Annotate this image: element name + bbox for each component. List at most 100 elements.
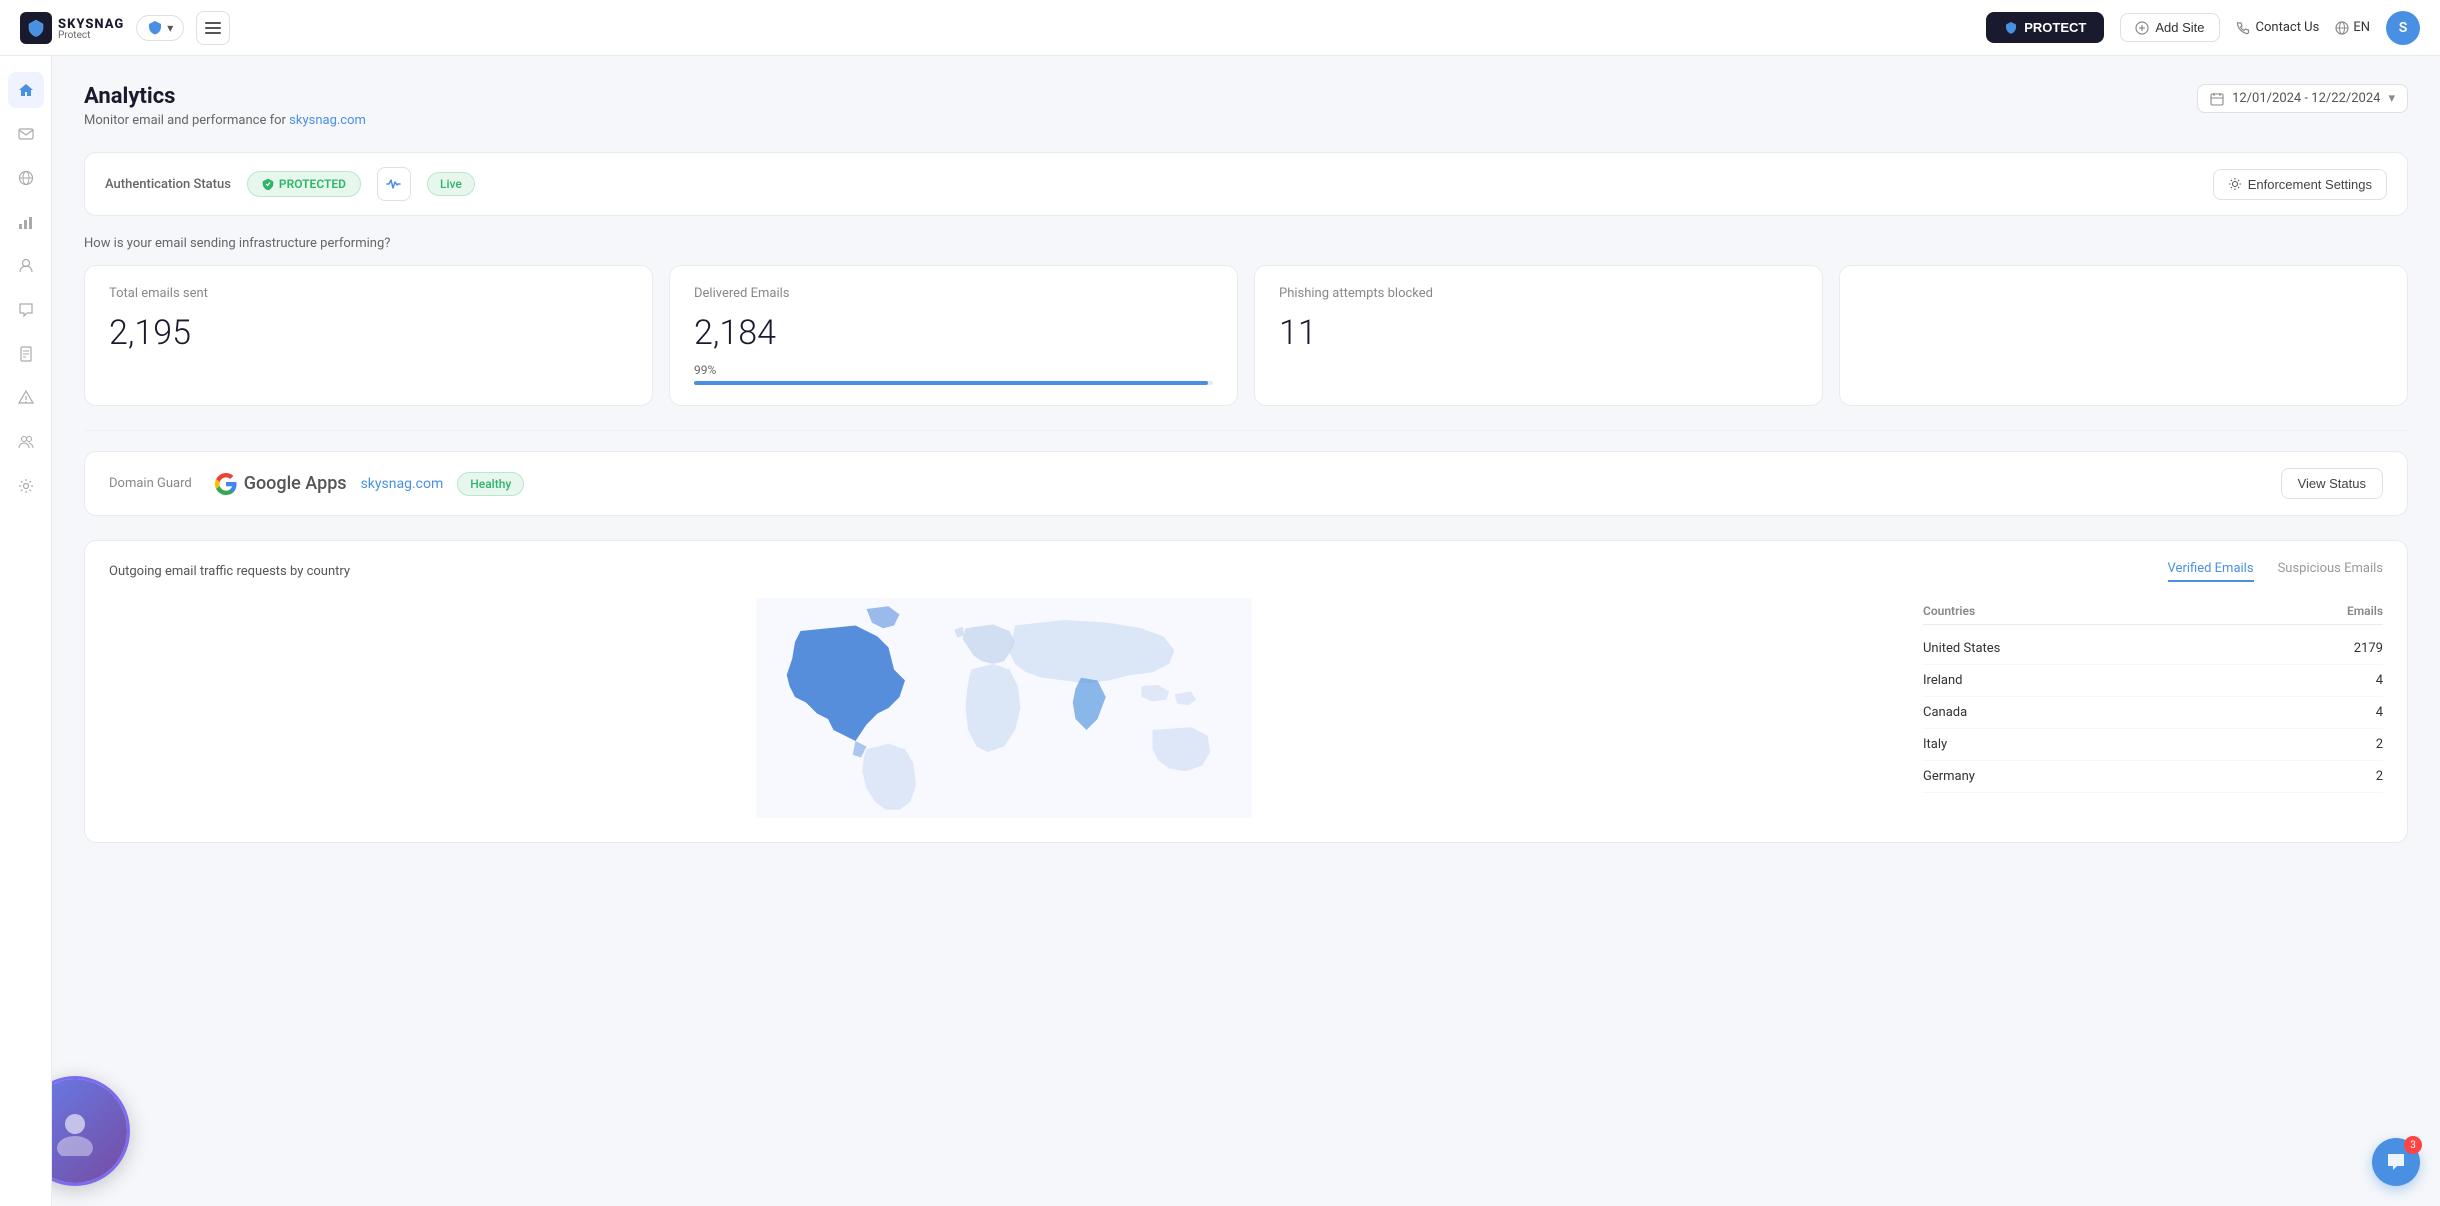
- map-area: [109, 598, 1899, 822]
- topnav: SKYSNAG Protect ▾ PROTECT: [0, 0, 2440, 56]
- country-row-de: Germany 2: [1923, 761, 2383, 793]
- sidebar-item-user[interactable]: [8, 248, 44, 284]
- view-status-button[interactable]: View Status: [2281, 468, 2383, 499]
- hamburger-icon: [205, 22, 221, 34]
- tab-suspicious-emails[interactable]: Suspicious Emails: [2278, 561, 2383, 582]
- page-header: Analytics Monitor email and performance …: [84, 84, 2408, 128]
- person-silhouette: [50, 1106, 100, 1156]
- stats-section: How is your email sending infrastructure…: [84, 236, 2408, 406]
- stat-card-empty: [1839, 265, 2408, 406]
- stats-question: How is your email sending infrastructure…: [84, 236, 2408, 251]
- user-icon: [18, 258, 34, 274]
- map-tabs: Verified Emails Suspicious Emails: [2168, 561, 2383, 582]
- sidebar-item-email[interactable]: [8, 116, 44, 152]
- domain-guard-section: Domain Guard Google Apps skysnag.com Hea…: [84, 451, 2408, 516]
- progress-bar-fill: [694, 381, 1208, 385]
- country-name-us: United States: [1923, 641, 2000, 656]
- page-title: Analytics: [84, 84, 366, 109]
- country-row-ie: Ireland 4: [1923, 665, 2383, 697]
- auth-status-label: Authentication Status: [105, 177, 231, 192]
- dg-domain: skysnag.com: [361, 476, 444, 492]
- logo-icon: [20, 12, 52, 44]
- plus-icon: [2135, 21, 2149, 35]
- add-site-button[interactable]: Add Site: [2120, 13, 2219, 42]
- contact-button[interactable]: Contact Us: [2236, 20, 2320, 35]
- tab-verified-emails[interactable]: Verified Emails: [2168, 561, 2254, 582]
- sidebar-item-home[interactable]: [8, 72, 44, 108]
- stat-value-phishing: 11: [1279, 313, 1798, 353]
- activity-icon[interactable]: [377, 167, 411, 201]
- language-selector[interactable]: EN: [2335, 20, 2370, 35]
- analytics-icon: [18, 214, 34, 230]
- google-logo: Google Apps: [214, 472, 347, 496]
- date-picker[interactable]: 12/01/2024 - 12/22/2024 ▾: [2197, 84, 2408, 113]
- chat-badge: 3: [2404, 1136, 2422, 1154]
- sidebar-item-reports[interactable]: [8, 336, 44, 372]
- country-table-header: Countries Emails: [1923, 598, 2383, 625]
- progress-pct-text: 99%: [694, 363, 1213, 377]
- col-countries: Countries: [1923, 604, 1975, 618]
- waveform-icon: [386, 177, 402, 191]
- stat-label-delivered: Delivered Emails: [694, 286, 1213, 301]
- col-emails: Emails: [2347, 604, 2383, 618]
- auth-status-bar: Authentication Status PROTECTED Live Enf…: [84, 152, 2408, 216]
- avatar[interactable]: S: [2386, 11, 2420, 45]
- world-map: [109, 598, 1899, 818]
- map-section: Outgoing email traffic requests by count…: [84, 540, 2408, 843]
- country-count-us: 2179: [2354, 641, 2383, 656]
- page-subtitle: Monitor email and performance for skysna…: [84, 113, 366, 128]
- sidebar-item-globe[interactable]: [8, 160, 44, 196]
- progress-bar-bg: [694, 381, 1213, 385]
- alert-icon: [18, 390, 34, 406]
- stats-cards: Total emails sent 2,195 Delivered Emails…: [84, 265, 2408, 406]
- protected-badge: PROTECTED: [247, 171, 361, 197]
- stat-card-total-sent: Total emails sent 2,195: [84, 265, 653, 406]
- dg-label: Domain Guard: [109, 476, 192, 491]
- sidebar-item-team[interactable]: [8, 424, 44, 460]
- dg-left: Domain Guard Google Apps skysnag.com Hea…: [109, 472, 524, 496]
- chat-button[interactable]: 3: [2372, 1138, 2420, 1186]
- team-icon: [18, 434, 34, 450]
- shield-check-icon: [262, 178, 274, 190]
- stat-label-phishing: Phishing attempts blocked: [1279, 286, 1798, 301]
- sidebar-item-analytics[interactable]: [8, 204, 44, 240]
- gear-icon: [2228, 177, 2242, 191]
- country-row-it: Italy 2: [1923, 729, 2383, 761]
- country-count-it: 2: [2376, 737, 2383, 752]
- site-link[interactable]: skysnag.com: [289, 113, 366, 128]
- country-table: Countries Emails United States 2179 Irel…: [1923, 598, 2383, 822]
- chat-bubble-icon: [2385, 1151, 2407, 1173]
- logo: SKYSNAG Protect: [20, 12, 124, 44]
- settings-icon: [18, 478, 34, 494]
- protect-button[interactable]: PROTECT: [1986, 12, 2104, 43]
- healthy-badge: Healthy: [457, 472, 524, 496]
- topnav-left: SKYSNAG Protect ▾: [20, 11, 230, 45]
- stat-value-total: 2,195: [109, 313, 628, 353]
- hamburger-button[interactable]: [196, 11, 230, 45]
- country-name-ca: Canada: [1923, 705, 1967, 720]
- map-content: Countries Emails United States 2179 Irel…: [109, 598, 2383, 822]
- sidebar: [0, 56, 52, 1206]
- sidebar-item-alerts[interactable]: [8, 380, 44, 416]
- date-range-text: 12/01/2024 - 12/22/2024: [2232, 91, 2380, 106]
- main-content: Analytics Monitor email and performance …: [52, 56, 2440, 1206]
- email-icon: [18, 126, 34, 142]
- country-row-ca: Canada 4: [1923, 697, 2383, 729]
- country-name-it: Italy: [1923, 737, 1947, 752]
- map-title: Outgoing email traffic requests by count…: [109, 564, 350, 579]
- country-row-us: United States 2179: [1923, 633, 2383, 665]
- report-icon: [18, 346, 34, 362]
- stat-card-delivered: Delivered Emails 2,184 99%: [669, 265, 1238, 406]
- sidebar-item-chat[interactable]: [8, 292, 44, 328]
- shield-dropdown[interactable]: ▾: [136, 15, 184, 41]
- stat-progress-delivered: 99%: [694, 363, 1213, 385]
- chevron-down-icon: ▾: [2388, 91, 2395, 106]
- country-count-ie: 4: [2376, 673, 2383, 688]
- sidebar-item-settings[interactable]: [8, 468, 44, 504]
- protect-shield-icon: [2004, 21, 2018, 35]
- auth-bar-left: Authentication Status PROTECTED Live: [105, 167, 475, 201]
- globe-icon: [2335, 21, 2349, 35]
- enforcement-settings-button[interactable]: Enforcement Settings: [2213, 169, 2387, 200]
- shield-label: ▾: [167, 21, 173, 35]
- calendar-icon: [2210, 92, 2224, 106]
